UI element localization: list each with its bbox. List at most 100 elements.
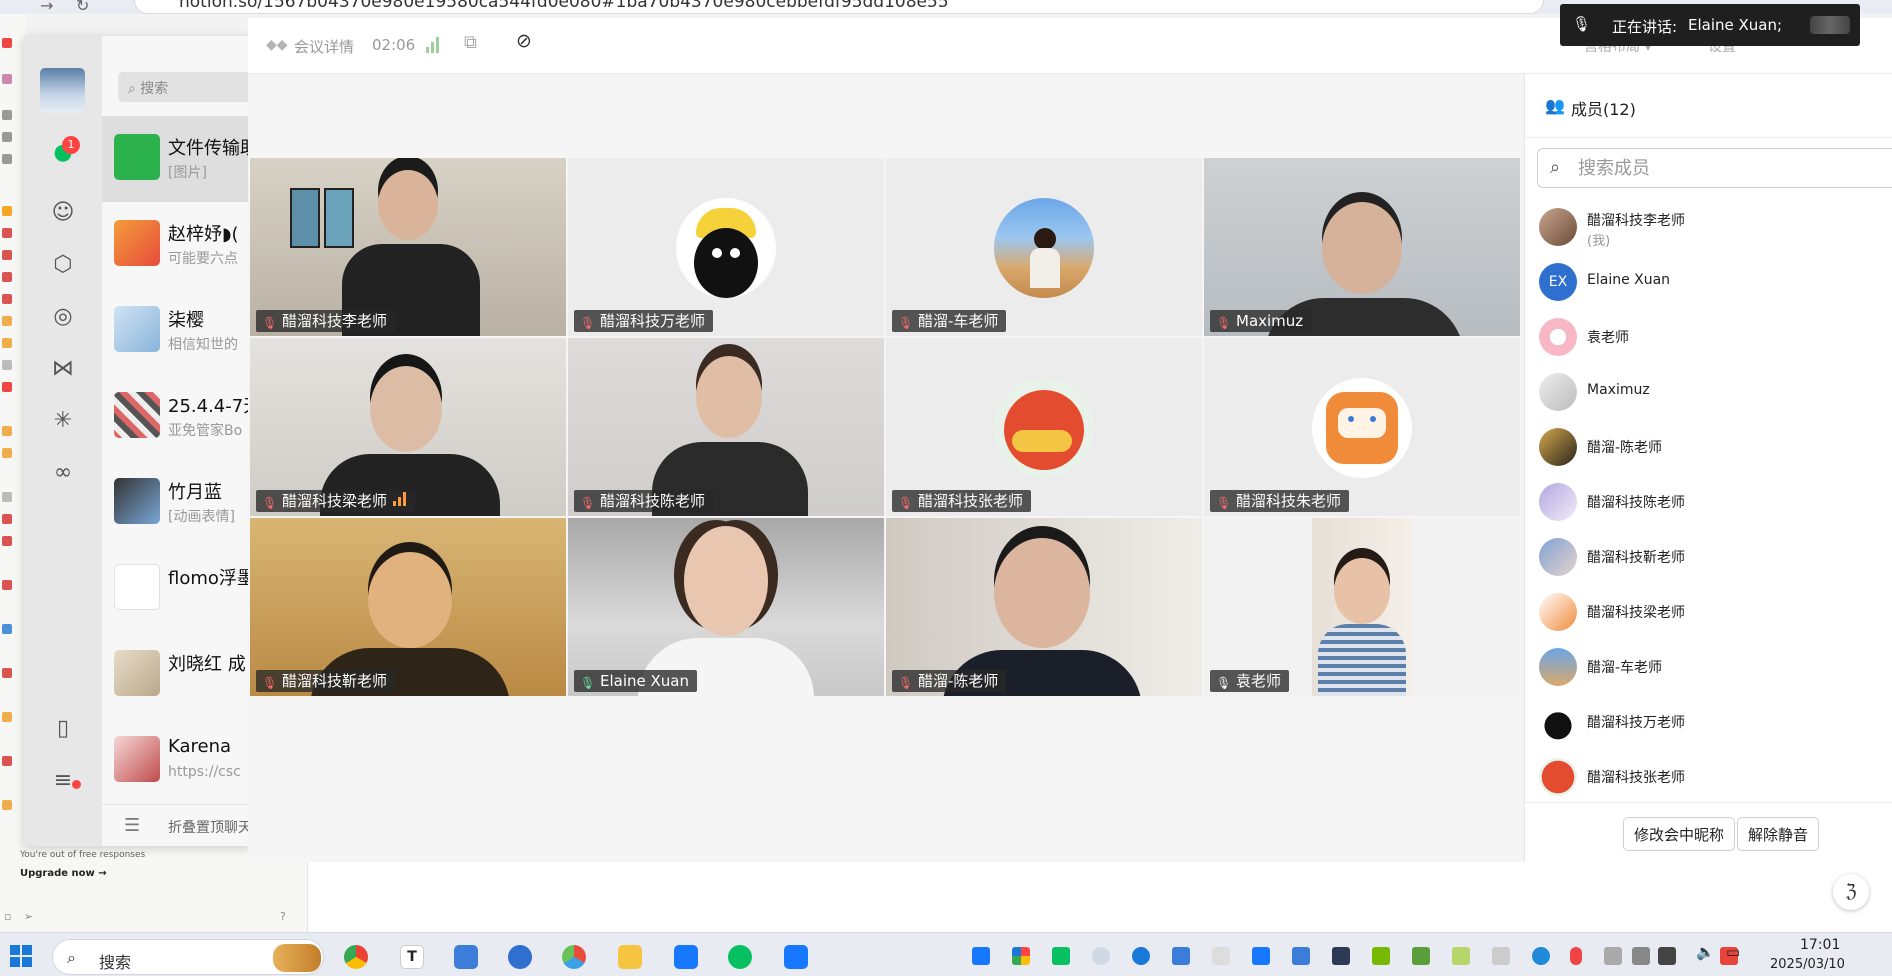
- video-tile[interactable]: 🎙 醋溜科技梁老师: [250, 338, 566, 516]
- page-icon[interactable]: [2, 668, 12, 678]
- wechat-icon[interactable]: [728, 945, 752, 969]
- page-icon[interactable]: [2, 316, 12, 326]
- tencent-meeting-icon[interactable]: [784, 945, 808, 969]
- input-method-icon[interactable]: [1604, 947, 1622, 965]
- rename-in-meeting-button[interactable]: 修改会中昵称: [1623, 817, 1736, 851]
- page-icon[interactable]: [2, 382, 12, 392]
- reload-icon[interactable]: ↻: [76, 0, 89, 15]
- feishu-icon[interactable]: [454, 945, 478, 969]
- chat-item[interactable]: 文件传输助手 [图片]: [102, 116, 250, 202]
- taskbar-search[interactable]: ⌕ 搜索: [52, 939, 324, 975]
- video-tile[interactable]: 🎙 醋溜科技朱老师: [1204, 338, 1520, 516]
- chat-item[interactable]: 25.4.4-7天 亚免管家Bo: [102, 374, 250, 460]
- volume-icon[interactable]: 🔈: [1696, 943, 1715, 961]
- page-icon[interactable]: [2, 580, 12, 590]
- upgrade-link[interactable]: Upgrade now →: [20, 868, 107, 879]
- app-grid-icon[interactable]: [2, 38, 12, 48]
- chat-item[interactable]: 赵梓妤◗( 可能要六点: [102, 202, 250, 288]
- tray-app-icon[interactable]: [1658, 947, 1676, 965]
- page-icon[interactable]: [2, 800, 12, 810]
- video-tile[interactable]: 🎙 Maximuz: [1204, 158, 1520, 336]
- tray-app-icon[interactable]: [1092, 947, 1110, 965]
- member-row[interactable]: 醋溜科技梁老师: [1525, 585, 1892, 639]
- video-tile[interactable]: 🎙 醋溜科技万老师: [568, 158, 884, 336]
- search-input[interactable]: ⌕ 搜索: [118, 72, 250, 102]
- tray-meeting-icon[interactable]: [972, 947, 990, 965]
- search-icon[interactable]: [2, 110, 12, 120]
- channels-icon[interactable]: ⋈: [50, 356, 76, 382]
- video-tile[interactable]: 🎙 醋溜科技靳老师: [250, 518, 566, 696]
- page-icon[interactable]: [2, 712, 12, 722]
- typora-icon[interactable]: T: [400, 945, 424, 969]
- chat-item[interactable]: 刘晓红 成: [102, 632, 250, 718]
- video-tile[interactable]: 🎙 醋溜科技张老师: [886, 338, 1202, 516]
- member-row[interactable]: 醋溜-陈老师: [1525, 420, 1892, 474]
- contacts-icon[interactable]: ☺: [50, 200, 76, 226]
- app-icon[interactable]: [674, 945, 698, 969]
- tray-app-icon[interactable]: [1012, 947, 1030, 965]
- nvidia-icon[interactable]: [1372, 947, 1390, 965]
- page-icon[interactable]: [2, 492, 12, 502]
- page-icon[interactable]: [2, 624, 12, 634]
- popout-icon[interactable]: ⧉: [464, 32, 477, 53]
- input-mode-icon[interactable]: [1632, 947, 1650, 965]
- tray-app-icon[interactable]: [1412, 947, 1430, 965]
- windows-start-icon[interactable]: [10, 945, 32, 967]
- page-icon[interactable]: [2, 514, 12, 524]
- tray-app-icon[interactable]: [1132, 947, 1150, 965]
- video-tile[interactable]: 🎙 醋溜-车老师: [886, 158, 1202, 336]
- battery-icon[interactable]: ▭: [1726, 943, 1740, 961]
- page-icon[interactable]: [2, 250, 12, 260]
- favorite-page-icon[interactable]: [2, 206, 12, 216]
- tray-wechat-icon[interactable]: [1052, 947, 1070, 965]
- workspace-icon[interactable]: [2, 74, 12, 84]
- tray-app-icon[interactable]: [1292, 947, 1310, 965]
- tray-app-icon[interactable]: [1172, 947, 1190, 965]
- page-icon[interactable]: [2, 294, 12, 304]
- page-icon[interactable]: [2, 426, 12, 436]
- chat-item[interactable]: 竹月蓝 [动画表情]: [102, 460, 250, 546]
- trash-icon[interactable]: ▫: [4, 910, 11, 923]
- member-row[interactable]: EX Elaine Xuan: [1525, 255, 1892, 309]
- member-search-input[interactable]: [1578, 155, 1878, 181]
- chrome-icon[interactable]: [344, 945, 368, 969]
- video-tile[interactable]: 🎙 袁老师: [1204, 518, 1520, 696]
- member-row[interactable]: 醋溜-车老师: [1525, 640, 1892, 694]
- avatar[interactable]: [40, 68, 85, 113]
- member-row[interactable]: 醋溜科技万老师: [1525, 695, 1892, 749]
- fold-pinned-chats[interactable]: ☰ 折叠置顶聊天: [102, 804, 250, 846]
- member-search-box[interactable]: ⌕: [1537, 148, 1892, 188]
- video-tile[interactable]: 🎙 醋溜科技陈老师: [568, 338, 884, 516]
- page-icon[interactable]: [2, 448, 12, 458]
- app-icon[interactable]: [508, 945, 532, 969]
- home-icon[interactable]: [2, 132, 12, 142]
- inbox-icon[interactable]: [2, 154, 12, 164]
- tray-app-icon[interactable]: [1252, 947, 1270, 965]
- tray-app-icon[interactable]: [1532, 947, 1550, 965]
- app-icon[interactable]: [562, 945, 586, 969]
- tray-app-icon[interactable]: [1332, 947, 1350, 965]
- member-row[interactable]: 醋溜科技靳老师: [1525, 530, 1892, 584]
- member-row[interactable]: 醋溜科技陈老师: [1525, 475, 1892, 529]
- member-row[interactable]: 袁老师: [1525, 310, 1892, 364]
- tray-app-icon[interactable]: [1452, 947, 1470, 965]
- chat-item[interactable]: 柒樱 相信知世的: [102, 288, 250, 374]
- send-icon[interactable]: ➢: [24, 910, 33, 923]
- tray-app-icon[interactable]: [1212, 947, 1230, 965]
- phone-icon[interactable]: ▯: [50, 716, 76, 742]
- microphone-icon[interactable]: [1570, 947, 1582, 965]
- forward-arrow-icon[interactable]: →: [40, 0, 53, 15]
- moments-icon[interactable]: ◎: [50, 304, 76, 330]
- chat-item[interactable]: flomo浮墨: [102, 546, 250, 632]
- page-icon[interactable]: [2, 756, 12, 766]
- chat-item[interactable]: Karena https://csc: [102, 718, 250, 804]
- video-tile[interactable]: 🎙 醋溜科技李老师: [250, 158, 566, 336]
- file-explorer-icon[interactable]: [618, 945, 642, 969]
- page-icon[interactable]: [2, 338, 12, 348]
- unmute-button[interactable]: 解除静音: [1737, 817, 1820, 851]
- clock-date[interactable]: 2025/03/10: [1770, 957, 1845, 976]
- screen-share-off-icon[interactable]: ⊘: [516, 30, 532, 52]
- usb-icon[interactable]: [1492, 947, 1510, 965]
- member-row[interactable]: 醋溜科技张老师: [1525, 750, 1892, 804]
- member-row[interactable]: Maximuz: [1525, 365, 1892, 419]
